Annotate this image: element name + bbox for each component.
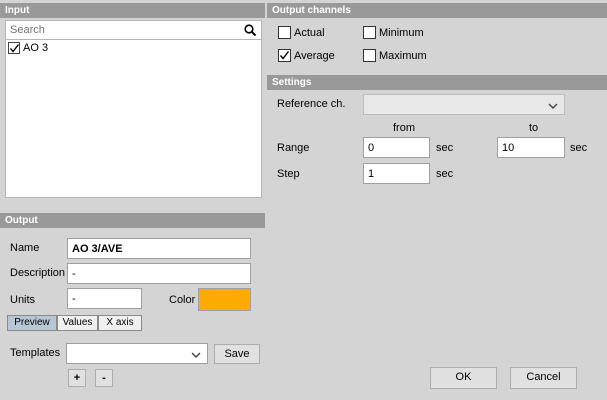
maximum-label: Maximum [379,50,427,62]
output-channels-header: Output channels [267,3,607,18]
cancel-button[interactable]: Cancel [510,367,577,389]
to-label: to [529,122,539,134]
color-swatch[interactable] [198,288,251,311]
search-input[interactable] [6,21,261,40]
name-label: Name [10,242,40,254]
templates-label: Templates [10,347,61,359]
actual-label: Actual [294,27,325,39]
step-input[interactable] [363,163,430,184]
from-label: from [393,122,415,134]
range-to-unit: sec [570,142,588,154]
step-unit: sec [436,168,454,180]
tab-values[interactable]: Values [57,315,98,331]
search-icon[interactable] [244,24,257,40]
settings-header: Settings [267,75,607,90]
reference-label: Reference ch. [277,98,346,110]
units-label: Units [10,294,36,306]
units-input[interactable] [67,288,142,309]
description-label: Description [10,267,66,279]
actual-checkbox[interactable] [278,26,291,39]
chevron-down-icon [191,350,201,362]
average-label: Average [294,50,335,62]
templates-select[interactable] [66,343,208,364]
minimum-checkbox[interactable] [363,26,376,39]
list-item[interactable]: AO 3 [8,42,208,56]
minimum-label: Minimum [379,27,424,39]
remove-template-button[interactable]: - [95,369,113,387]
list-item-label: AO 3 [23,42,49,54]
range-from-unit: sec [436,142,454,154]
chevron-down-icon [548,101,558,113]
average-checkbox[interactable] [278,49,291,62]
description-input[interactable] [67,263,251,284]
tab-x-axis[interactable]: X axis [98,315,142,331]
input-list-panel: AO 3 [5,20,262,198]
color-label: Color [169,294,196,306]
ok-button[interactable]: OK [430,367,497,389]
output-header: Output [0,213,265,228]
range-from-input[interactable] [363,137,430,158]
input-header: Input [0,3,265,18]
range-label: Range [277,142,310,154]
tab-preview[interactable]: Preview [7,315,57,331]
list-item-checkbox[interactable] [8,42,20,54]
save-button[interactable]: Save [214,344,260,364]
reference-select[interactable] [363,94,565,115]
add-template-button[interactable]: + [68,369,86,387]
name-input[interactable] [67,238,251,259]
range-to-input[interactable] [497,137,565,158]
step-label: Step [277,168,300,180]
maximum-checkbox[interactable] [363,49,376,62]
